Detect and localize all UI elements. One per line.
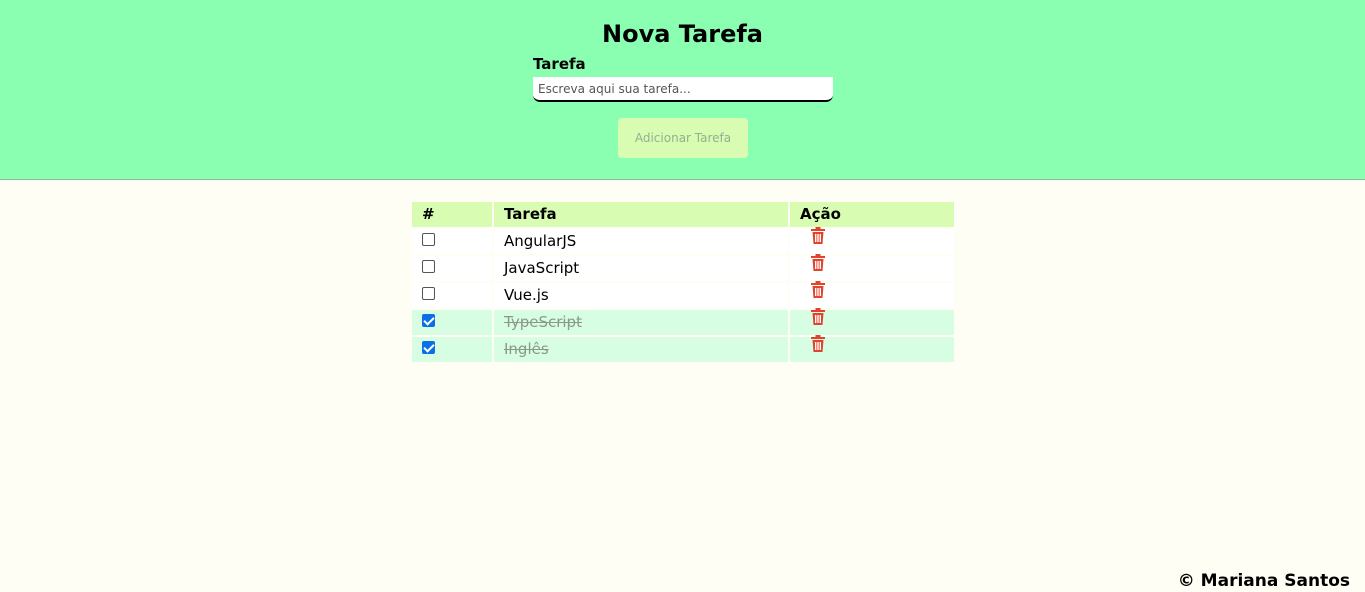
task-checkbox[interactable] bbox=[422, 233, 435, 246]
footer-credit: © Mariana Santos bbox=[1177, 571, 1350, 591]
table-row: TypeScript bbox=[412, 308, 954, 335]
trash-icon[interactable] bbox=[810, 335, 826, 360]
task-text: JavaScript bbox=[504, 259, 580, 277]
task-text: AngularJS bbox=[504, 232, 577, 250]
add-task-button[interactable]: Adicionar Tarefa bbox=[618, 118, 748, 158]
column-header-number: # bbox=[412, 202, 492, 227]
table-row: JavaScript bbox=[412, 254, 954, 281]
table-row: Inglês bbox=[412, 335, 954, 362]
table-row: AngularJS bbox=[412, 227, 954, 254]
task-checkbox[interactable] bbox=[422, 260, 435, 273]
trash-icon[interactable] bbox=[810, 281, 826, 306]
trash-icon[interactable] bbox=[810, 227, 826, 252]
task-checkbox[interactable] bbox=[422, 341, 435, 354]
table-header-row: # Tarefa Ação bbox=[412, 202, 954, 227]
trash-icon[interactable] bbox=[810, 254, 826, 279]
task-field-label: Tarefa bbox=[533, 55, 586, 73]
header: Nova Tarefa Tarefa Adicionar Tarefa bbox=[0, 0, 1365, 180]
task-text: Vue.js bbox=[504, 286, 549, 304]
task-checkbox[interactable] bbox=[422, 314, 435, 327]
task-text: TypeScript bbox=[504, 313, 582, 331]
column-header-action: Ação bbox=[790, 202, 954, 227]
task-input[interactable] bbox=[533, 77, 833, 102]
page-title: Nova Tarefa bbox=[602, 20, 763, 48]
task-table: # Tarefa Ação AngularJS JavaScript Vue.j… bbox=[410, 200, 956, 364]
table-row: Vue.js bbox=[412, 281, 954, 308]
trash-icon[interactable] bbox=[810, 308, 826, 333]
task-checkbox[interactable] bbox=[422, 287, 435, 300]
task-text: Inglês bbox=[504, 340, 549, 358]
column-header-task: Tarefa bbox=[494, 202, 788, 227]
